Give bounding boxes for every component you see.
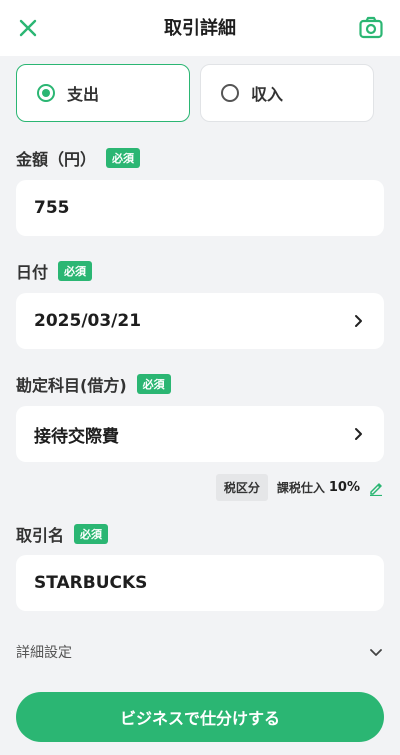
transaction-name-label-row: 取引名 必須 <box>16 522 109 546</box>
date-label-row: 日付 必須 <box>16 259 93 283</box>
date-field[interactable]: 2025/03/21 <box>16 293 384 349</box>
transaction-name-label: 取引名 <box>16 526 65 545</box>
account-label-row: 勘定科目(借方) 必須 <box>16 372 171 396</box>
app-header: 取引詳細 <box>0 0 400 56</box>
camera-icon[interactable] <box>358 15 384 41</box>
tax-category-value: 課税仕入 <box>276 481 325 495</box>
tax-category-chip: 税区分 <box>215 474 268 501</box>
required-badge: 必須 <box>106 148 141 168</box>
account-field[interactable]: 接待交際費 <box>16 406 384 462</box>
account-value: 接待交際費 <box>34 426 119 447</box>
account-label: 勘定科目(借方) <box>16 376 127 395</box>
detail-settings-label: 詳細設定 <box>16 645 72 661</box>
date-label: 日付 <box>16 263 49 282</box>
tax-row: 税区分 課税仕入 10% <box>215 474 384 501</box>
amount-label: 金額（円） <box>16 150 97 169</box>
expense-label: 支出 <box>67 85 100 104</box>
submit-business-button[interactable]: ビジネスで仕分けする <box>16 692 384 742</box>
income-label: 収入 <box>251 85 284 104</box>
required-badge: 必須 <box>136 374 171 394</box>
date-value: 2025/03/21 <box>34 311 142 331</box>
transaction-name-value: STARBUCKS <box>34 573 148 593</box>
detail-settings-toggle[interactable]: 詳細設定 <box>16 638 384 666</box>
chevron-down-icon <box>370 649 382 656</box>
amount-field[interactable]: 755 <box>16 180 384 236</box>
transaction-name-field[interactable]: STARBUCKS <box>16 555 384 611</box>
amount-label-row: 金額（円） 必須 <box>16 146 141 170</box>
amount-value: 755 <box>34 198 70 218</box>
edit-pencil-icon[interactable] <box>368 480 384 496</box>
radio-unselected-icon <box>221 84 239 102</box>
required-badge: 必須 <box>58 261 93 281</box>
income-toggle[interactable]: 収入 <box>200 64 374 122</box>
required-badge: 必須 <box>74 524 109 544</box>
tax-rate: 10% <box>328 480 360 495</box>
page-title: 取引詳細 <box>164 18 236 39</box>
expense-toggle[interactable]: 支出 <box>16 64 190 122</box>
chevron-right-icon <box>355 315 362 327</box>
radio-selected-icon <box>37 84 55 102</box>
chevron-right-icon <box>355 428 362 440</box>
